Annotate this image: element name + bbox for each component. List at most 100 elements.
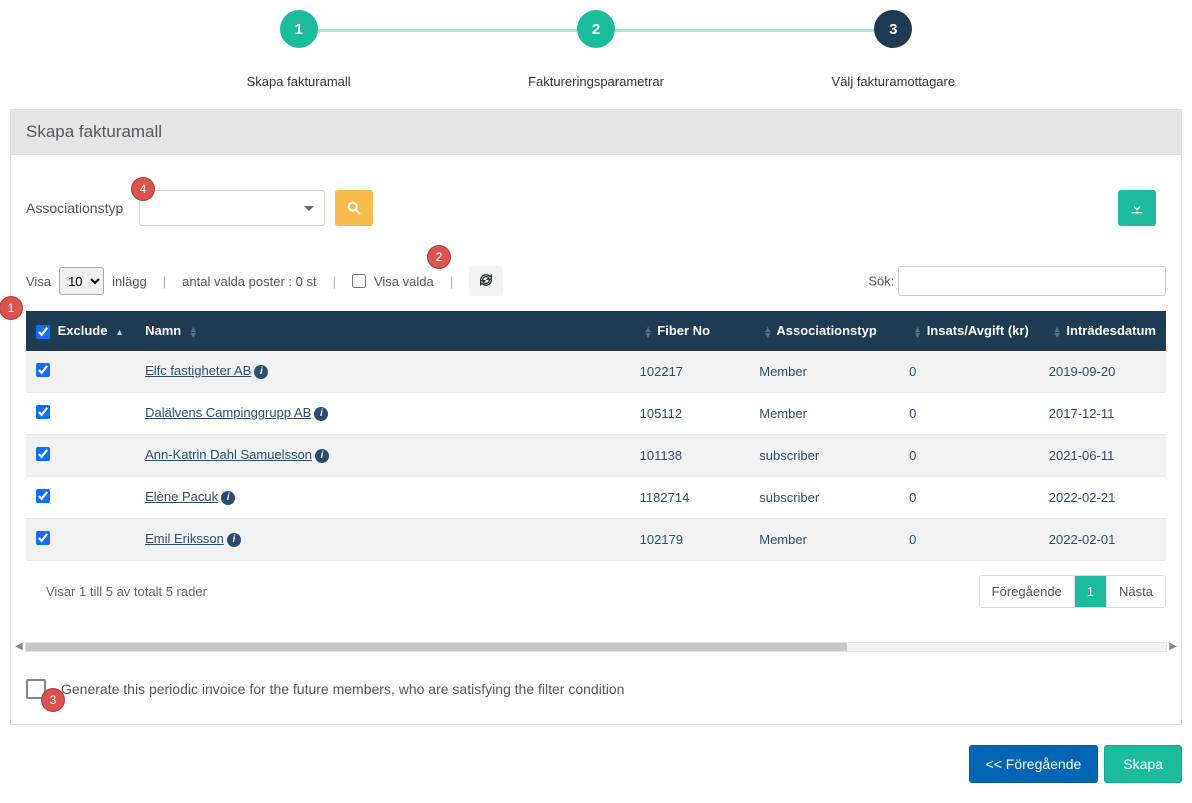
- row-name-link[interactable]: Dalälvens Campinggrupp AB: [145, 405, 311, 420]
- search-input[interactable]: [898, 266, 1166, 296]
- search-button[interactable]: [335, 190, 373, 226]
- row-insats: 0: [899, 351, 1039, 393]
- scroll-right-arrow[interactable]: ▶: [1167, 641, 1177, 652]
- row-fiber: 1182714: [630, 476, 750, 518]
- step-2-circle[interactable]: 2: [577, 10, 615, 48]
- selected-count: antal valda poster : 0 st: [182, 274, 316, 289]
- row-fiber: 101138: [630, 434, 750, 476]
- assoc-type-label: Associationstyp: [26, 200, 123, 216]
- scroll-track[interactable]: [25, 642, 1167, 652]
- row-name-link[interactable]: Elène Pacuk: [145, 489, 218, 504]
- search-icon: [346, 200, 362, 216]
- row-insats: 0: [899, 392, 1039, 434]
- table-controls: Visa 10 inlägg | antal valda poster : 0 …: [26, 251, 1166, 311]
- row-fiber: 102179: [630, 518, 750, 560]
- future-members-row: Generate this periodic invoice for the f…: [11, 654, 1181, 724]
- filter-row: Associationstyp: [11, 155, 1181, 251]
- pager-page-1[interactable]: 1: [1074, 576, 1106, 607]
- row-checkbox[interactable]: [36, 405, 50, 419]
- info-icon[interactable]: i: [315, 449, 329, 463]
- refresh-button[interactable]: [469, 266, 503, 296]
- row-checkbox[interactable]: [36, 531, 50, 545]
- col-namn[interactable]: Namn: [145, 323, 181, 338]
- col-intrades[interactable]: Inträdesdatum: [1066, 323, 1156, 338]
- table-footer: Visar 1 till 5 av totalt 5 rader Föregåe…: [26, 561, 1166, 616]
- row-fiber: 102217: [630, 351, 750, 393]
- row-checkbox[interactable]: [36, 489, 50, 503]
- row-fiber: 105112: [630, 392, 750, 434]
- table-row: Emil Erikssoni102179Member02022-02-01: [26, 518, 1166, 560]
- row-assoc: Member: [749, 392, 899, 434]
- show-selected-label: Visa valda: [374, 274, 434, 289]
- col-insats[interactable]: Insats/Avgift (kr): [927, 323, 1029, 338]
- search-label: Sök:: [868, 274, 894, 289]
- pager-prev[interactable]: Föregående: [980, 576, 1074, 607]
- separator: |: [333, 274, 336, 289]
- col-exclude[interactable]: Exclude: [58, 323, 108, 338]
- panel-body: 4 Associationstyp 2 1 Visa 10 inlägg | a…: [10, 155, 1182, 725]
- scroll-thumb[interactable]: [26, 643, 847, 651]
- step-line: [615, 29, 874, 32]
- row-date: 2017-12-11: [1039, 392, 1166, 434]
- download-icon: [1129, 200, 1145, 216]
- table-info: Visar 1 till 5 av totalt 5 rader: [26, 584, 207, 599]
- row-insats: 0: [899, 476, 1039, 518]
- recipients-table: Exclude ▲ Namn ▲▼ ▲▼ Fiber No ▲▼ Associa…: [26, 311, 1166, 561]
- step-1-circle[interactable]: 1: [280, 10, 318, 48]
- step-3-label: Välj fakturamottagare: [745, 74, 1042, 89]
- info-icon[interactable]: i: [254, 365, 268, 379]
- annotation-badge-4: 4: [131, 177, 155, 201]
- annotation-badge-1: 1: [0, 296, 23, 320]
- bottom-buttons: << Föregående Skapa: [0, 735, 1192, 803]
- info-icon[interactable]: i: [314, 407, 328, 421]
- refresh-icon: [478, 272, 494, 288]
- search-box: Sök:: [868, 266, 1166, 296]
- step-2-label: Faktureringsparametrar: [447, 74, 744, 89]
- row-date: 2019-09-20: [1039, 351, 1166, 393]
- pager: Föregående 1 Nästa: [979, 575, 1166, 608]
- row-date: 2021-06-11: [1039, 434, 1166, 476]
- step-3-circle[interactable]: 3: [874, 10, 912, 48]
- select-all-checkbox[interactable]: [36, 325, 50, 339]
- separator: |: [450, 274, 453, 289]
- annotation-badge-3: 3: [41, 688, 65, 712]
- col-fiber[interactable]: Fiber No: [657, 323, 710, 338]
- row-insats: 0: [899, 434, 1039, 476]
- row-assoc: subscriber: [749, 476, 899, 518]
- row-name-link[interactable]: Emil Eriksson: [145, 531, 224, 546]
- sort-icon: ▲▼: [1053, 326, 1063, 338]
- row-checkbox[interactable]: [36, 447, 50, 461]
- sort-icon: ▲▼: [189, 326, 199, 338]
- horizontal-scrollbar[interactable]: ◀ ▶: [15, 640, 1177, 654]
- pager-next[interactable]: Nästa: [1106, 576, 1165, 607]
- info-icon[interactable]: i: [221, 491, 235, 505]
- row-checkbox[interactable]: [36, 363, 50, 377]
- download-button[interactable]: [1118, 190, 1156, 226]
- col-assoc[interactable]: Associationstyp: [776, 323, 876, 338]
- table-row: Elfc fastigheter ABi102217Member02019-09…: [26, 351, 1166, 393]
- row-name-link[interactable]: Elfc fastigheter AB: [145, 363, 251, 378]
- assoc-type-dropdown[interactable]: [139, 190, 325, 226]
- row-date: 2022-02-01: [1039, 518, 1166, 560]
- sort-icon: ▲▼: [763, 326, 773, 338]
- row-name-link[interactable]: Ann-Katrin Dahl Samuelsson: [145, 447, 312, 462]
- sort-asc-icon: ▲: [115, 329, 125, 335]
- info-icon[interactable]: i: [227, 533, 241, 547]
- create-button[interactable]: Skapa: [1104, 745, 1182, 783]
- sort-icon: ▲▼: [913, 326, 923, 338]
- table-area: 2 1 Visa 10 inlägg | antal valda poster …: [11, 251, 1181, 636]
- visa-label: Visa: [26, 274, 51, 289]
- annotation-badge-2: 2: [427, 245, 451, 269]
- caret-down-icon: [304, 206, 314, 211]
- step-line: [318, 29, 577, 32]
- table-row: Elène Pacuki1182714subscriber02022-02-21: [26, 476, 1166, 518]
- row-assoc: subscriber: [749, 434, 899, 476]
- wizard-stepper: 1 Skapa fakturamall 2 Faktureringsparame…: [0, 0, 1192, 109]
- previous-button[interactable]: << Föregående: [969, 745, 1099, 783]
- table-row: Ann-Katrin Dahl Samuelssoni 101138subscri…: [26, 434, 1166, 476]
- page-size-select[interactable]: 10: [59, 267, 104, 295]
- sort-icon: ▲▼: [644, 326, 654, 338]
- separator: |: [163, 274, 166, 289]
- show-selected-checkbox[interactable]: [352, 274, 366, 288]
- scroll-left-arrow[interactable]: ◀: [15, 641, 25, 652]
